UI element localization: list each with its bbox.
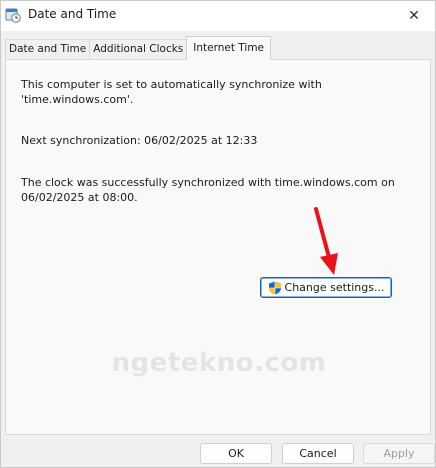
sync-info-line-2: 'time.windows.com'. [21, 93, 134, 106]
change-settings-button[interactable]: Change settings... [260, 277, 392, 298]
tab-internet-time[interactable]: Internet Time [186, 36, 272, 60]
sync-success-line-1: The clock was successfully synchronized … [21, 176, 395, 189]
cancel-button[interactable]: Cancel [282, 443, 354, 464]
sync-info-line-1: This computer is set to automatically sy… [21, 78, 322, 91]
uac-shield-icon [268, 281, 281, 294]
window-title: Date and Time [28, 7, 117, 21]
title-bar: Date and Time ✕ [1, 1, 435, 31]
change-settings-label: Change settings... [284, 281, 385, 294]
internet-time-panel: This computer is set to automatically sy… [5, 59, 431, 435]
next-sync-text: Next synchronization: 06/02/2025 at 12:3… [21, 134, 258, 147]
date-time-icon [5, 8, 21, 23]
close-icon: ✕ [408, 8, 420, 24]
tab-strip: Date and Time Additional Clocks Internet… [5, 36, 272, 60]
sync-success-line-2: 06/02/2025 at 08:00. [21, 191, 138, 204]
tab-date-and-time[interactable]: Date and Time [5, 39, 91, 60]
close-button[interactable]: ✕ [393, 1, 435, 31]
red-arrow-annotation [314, 207, 338, 275]
apply-button[interactable]: Apply [363, 443, 435, 464]
watermark: ngetekno.com [111, 348, 327, 378]
ok-button[interactable]: OK [200, 443, 272, 464]
date-time-dialog: Date and Time ✕ Date and Time Additional… [0, 0, 436, 468]
tab-additional-clocks[interactable]: Additional Clocks [89, 39, 188, 60]
